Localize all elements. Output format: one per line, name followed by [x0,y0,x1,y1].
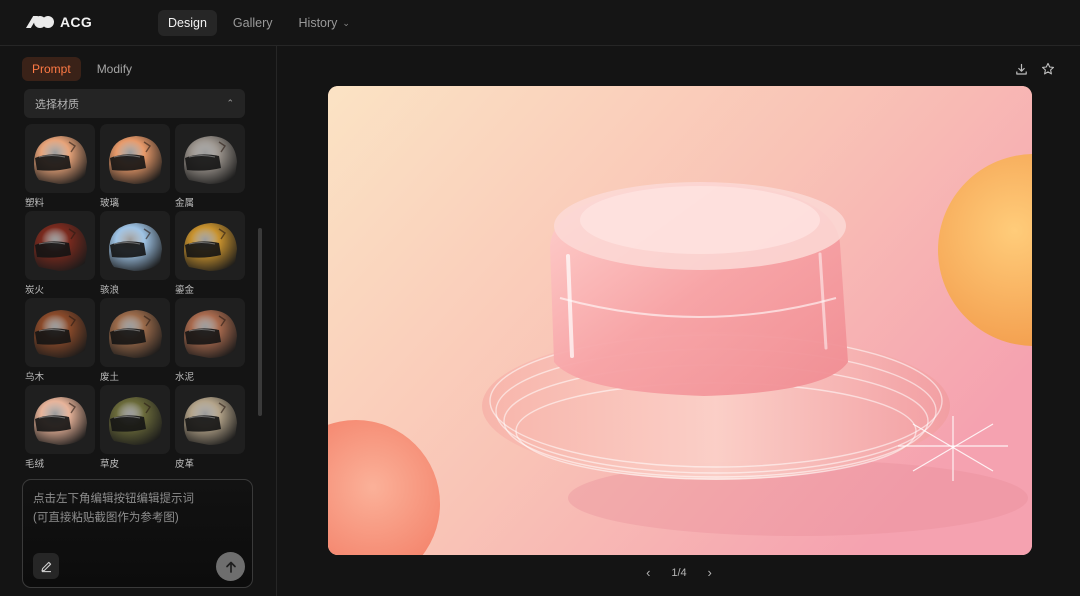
helmet-icon [184,310,237,358]
material-thumbnail [175,298,245,367]
nav-gallery-label: Gallery [232,16,273,30]
material-thumbnail [25,385,95,454]
material-thumbnail [25,298,95,367]
tab-modify-label: Modify [96,62,133,76]
helmet-icon [109,136,162,184]
nav-history-label: History [298,16,338,30]
helmet-icon [184,397,237,445]
generated-image[interactable] [328,86,1032,555]
favorite-button[interactable] [1039,60,1057,78]
chevron-right-icon[interactable]: › [703,565,717,580]
material-thumbnail [100,211,170,280]
left-panel: Prompt Modify 选择材质 ⌃ 塑料 玻璃 金属炭火 骇浪 鎏金乌木 废土 水泥毛… [0,46,277,596]
nav-design[interactable]: Design [158,10,217,36]
app-name: ACG [60,14,93,30]
top-bar: ACG Design Gallery History ⌄ [0,0,1080,46]
material-grid: 塑料 玻璃 金属炭火 骇浪 鎏金乌木 废土 水泥毛绒 草皮 皮革 [25,124,247,472]
helmet-icon [184,136,237,184]
material-label: 草皮 [100,459,120,470]
material-item[interactable]: 草皮 [100,385,170,472]
nav-history[interactable]: History ⌄ [289,10,360,36]
logo-mark-icon [26,15,54,29]
material-thumbnail [25,211,95,280]
scrollbar[interactable] [258,228,262,416]
material-item[interactable]: 骇浪 [100,211,170,298]
material-item[interactable]: 炭火 [25,211,95,298]
prompt-box[interactable]: 点击左下角编辑按钮编辑提示词 (可直接粘贴截图作为参考图) [22,479,253,588]
mode-tabs: Prompt Modify [22,57,142,81]
material-label: 金属 [175,198,195,209]
page-indicator: 1/4 [671,566,687,579]
material-item[interactable]: 水泥 [175,298,245,385]
material-select-label: 选择材质 [35,98,79,111]
star-icon [1041,62,1055,75]
material-label: 炭火 [25,285,45,296]
main-area: ‹ 1/4 › [278,46,1080,596]
material-label: 玻璃 [100,198,120,209]
material-thumbnail [100,385,170,454]
tab-modify[interactable]: Modify [87,57,142,81]
chevron-down-icon: ⌄ [342,17,350,28]
material-label: 废土 [100,372,120,383]
material-thumbnail [175,211,245,280]
material-select[interactable]: 选择材质 ⌃ [24,89,245,118]
pager: ‹ 1/4 › [278,565,1080,580]
send-button[interactable] [216,552,245,581]
tab-prompt[interactable]: Prompt [22,57,81,81]
bucket-hat-render [328,86,1032,555]
material-label: 鎏金 [175,285,195,296]
material-thumbnail [100,298,170,367]
material-label: 塑料 [25,198,45,209]
material-item[interactable]: 废土 [100,298,170,385]
helmet-icon [34,223,87,271]
prompt-placeholder[interactable]: 点击左下角编辑按钮编辑提示词 (可直接粘贴截图作为参考图) [33,490,243,528]
material-item[interactable]: 皮革 [175,385,245,472]
pencil-icon [40,561,51,572]
chevron-up-icon: ⌃ [226,98,234,108]
material-thumbnail [100,124,170,193]
helmet-icon [109,223,162,271]
edit-prompt-button[interactable] [33,553,59,579]
helmet-icon [34,397,87,445]
material-item[interactable]: 塑料 [25,124,95,211]
material-item[interactable]: 金属 [175,124,245,211]
helmet-icon [34,310,87,358]
material-item[interactable]: 鎏金 [175,211,245,298]
material-item[interactable]: 乌木 [25,298,95,385]
helmet-icon [109,310,162,358]
tab-prompt-label: Prompt [32,62,71,76]
material-label: 水泥 [175,372,195,383]
chevron-left-icon[interactable]: ‹ [641,565,655,580]
material-item[interactable]: 毛绒 [25,385,95,472]
helmet-icon [184,223,237,271]
main-nav: Design Gallery History ⌄ [158,10,360,36]
material-label: 皮革 [175,459,195,470]
download-button[interactable] [1012,60,1030,78]
nav-gallery[interactable]: Gallery [223,10,283,36]
material-label: 乌木 [25,372,45,383]
logo[interactable]: ACG [26,14,92,30]
material-label: 毛绒 [25,459,45,470]
material-label: 骇浪 [100,285,120,296]
download-icon [1015,63,1027,75]
material-thumbnail [25,124,95,193]
material-thumbnail [175,124,245,193]
material-thumbnail [175,385,245,454]
helmet-icon [34,136,87,184]
nav-design-label: Design [168,16,207,30]
helmet-icon [109,397,162,445]
material-item[interactable]: 玻璃 [100,124,170,211]
arrow-up-icon [225,561,236,573]
